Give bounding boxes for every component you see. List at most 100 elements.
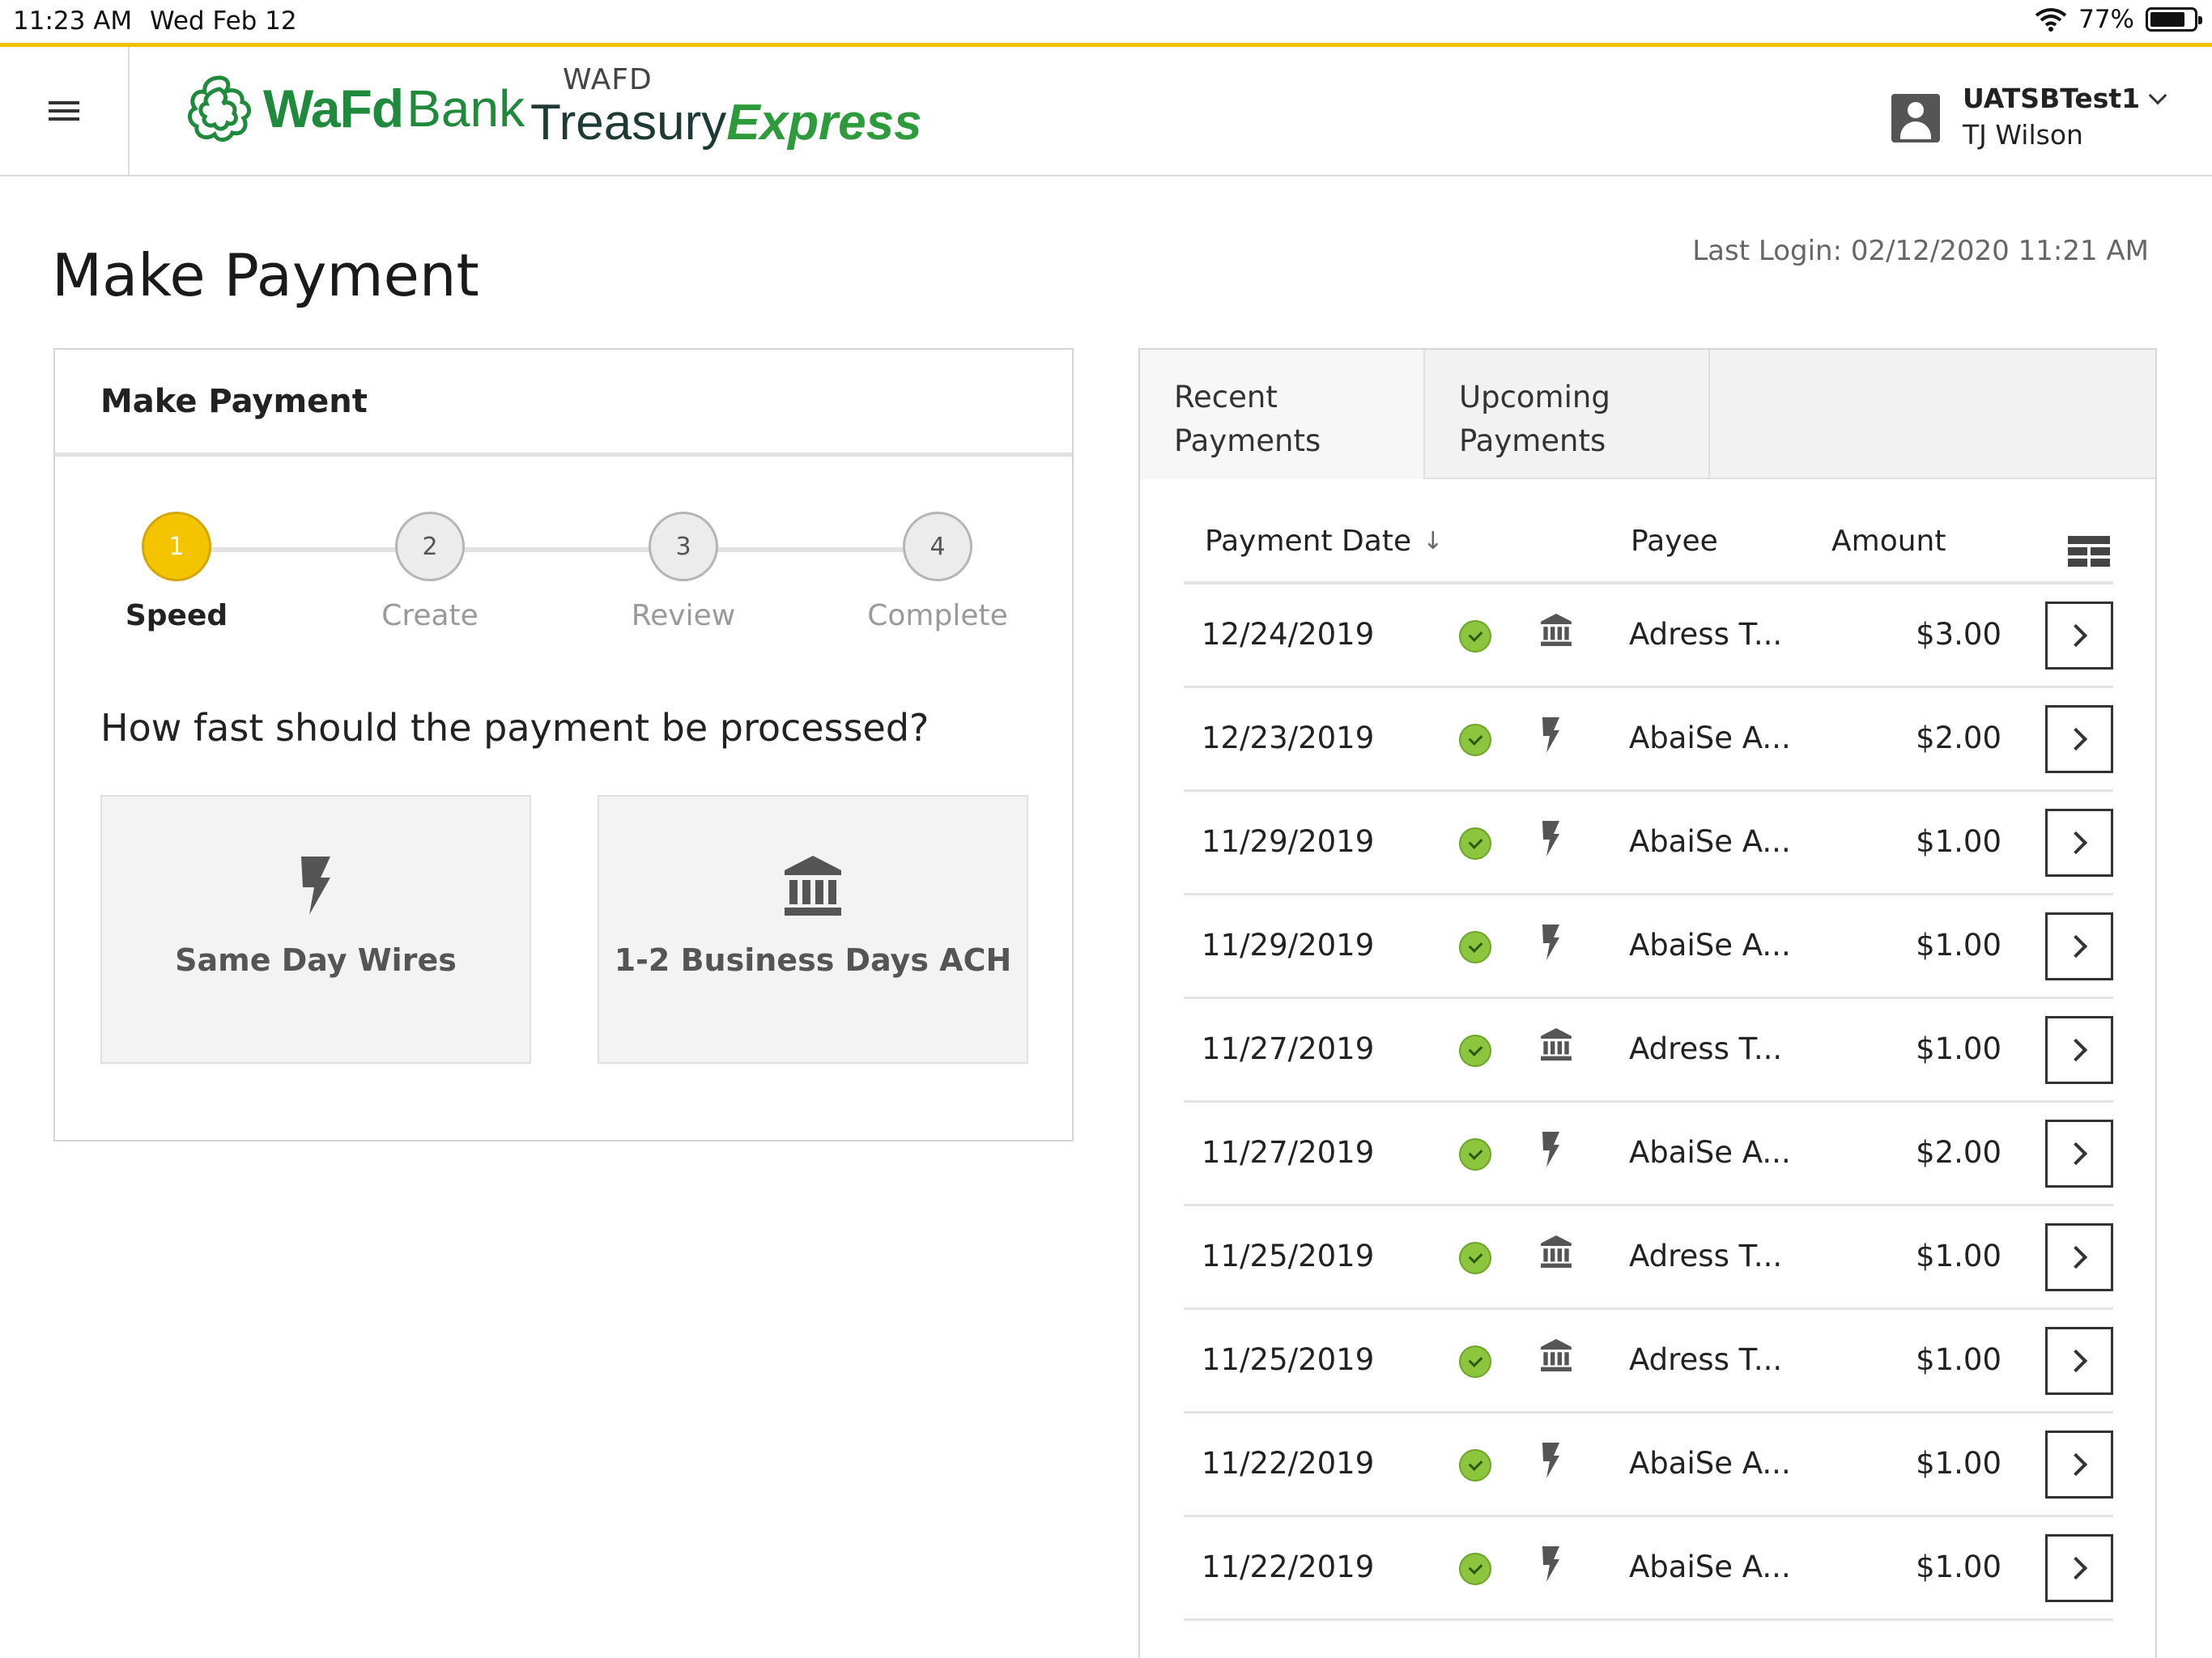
chevron-right-icon <box>2064 1452 2088 1477</box>
step-review[interactable]: 3 Review <box>602 512 764 632</box>
status-complete-icon <box>1459 724 1491 756</box>
payment-date: 11/29/2019 <box>1202 928 1375 963</box>
speed-options: Same Day Wires 1-2 Business Days ACH <box>100 795 1028 1064</box>
payment-row: 11/29/2019 AbaiSe A... $1.00 <box>1184 792 2113 895</box>
sort-down-arrow-icon: ↓ <box>1423 527 1444 555</box>
view-payment-button[interactable] <box>2045 1534 2113 1602</box>
payment-stepper: 1 Speed 2 Create 3 Review 4 Complete <box>55 512 1075 633</box>
payee-name: AbaiSe A... <box>1629 928 1791 963</box>
bank-icon <box>785 856 841 916</box>
tab-upcoming-payments[interactable]: Upcoming Payments <box>1425 350 1710 479</box>
view-payment-button[interactable] <box>2045 602 2113 670</box>
column-header-amount: Amount <box>1831 525 1946 558</box>
tab-label-line1: Upcoming <box>1459 380 1610 414</box>
ach-button[interactable]: 1-2 Business Days ACH <box>598 795 1028 1064</box>
hamburger-icon <box>49 96 79 125</box>
lightning-icon <box>1540 821 1561 864</box>
payment-row: 11/27/2019 AbaiSe A... $2.00 <box>1184 1103 2113 1206</box>
view-payment-button[interactable] <box>2045 1223 2113 1291</box>
payment-row: 12/23/2019 AbaiSe A... $2.00 <box>1184 688 2113 792</box>
wafd-bank-logo: WaFd Bank <box>182 71 525 146</box>
status-complete-icon <box>1459 1242 1491 1274</box>
table-layout-icon[interactable] <box>2068 536 2110 567</box>
payee-name: AbaiSe A... <box>1629 824 1791 859</box>
view-payment-button[interactable] <box>2045 809 2113 877</box>
card-header: Make Payment <box>55 350 1072 457</box>
view-payment-button[interactable] <box>2045 705 2113 773</box>
hamburger-menu-button[interactable] <box>0 47 130 175</box>
step-speed[interactable]: 1 Speed <box>96 512 257 632</box>
avatar-icon <box>1891 94 1940 142</box>
step-label: Speed <box>125 599 228 632</box>
payment-date: 12/23/2019 <box>1202 721 1375 755</box>
payment-amount: $1.00 <box>1916 1550 2001 1584</box>
payment-date: 11/22/2019 <box>1202 1446 1375 1481</box>
payment-amount: $1.00 <box>1916 1239 2001 1273</box>
view-payment-button[interactable] <box>2045 1431 2113 1499</box>
status-bar: 11:23 AM Wed Feb 12 77% <box>0 0 2212 43</box>
chevron-right-icon <box>2064 623 2088 648</box>
payment-amount: $1.00 <box>1916 824 2001 859</box>
view-payment-button[interactable] <box>2045 912 2113 980</box>
view-payment-button[interactable] <box>2045 1016 2113 1084</box>
chevron-right-icon <box>2064 1556 2088 1580</box>
step-number: 4 <box>903 512 972 581</box>
payment-amount: $1.00 <box>1916 1342 2001 1377</box>
payment-row: 11/22/2019 AbaiSe A... $1.00 <box>1184 1414 2113 1517</box>
user-menu[interactable]: UATSBTest1 TJ Wilson <box>1891 83 2167 151</box>
status-complete-icon <box>1459 1346 1491 1378</box>
payment-amount: $1.00 <box>1916 1446 2001 1481</box>
step-label: Review <box>631 599 736 632</box>
view-payment-button[interactable] <box>2045 1120 2113 1188</box>
payment-date: 11/27/2019 <box>1202 1031 1375 1066</box>
payee-name: AbaiSe A... <box>1629 1550 1791 1584</box>
payee-name: Adress T... <box>1629 1239 1783 1273</box>
status-right: 77% <box>2035 5 2202 34</box>
lightning-icon <box>1540 717 1561 760</box>
logo-wafd-text: WaFd <box>263 79 404 138</box>
chevron-right-icon <box>2064 831 2088 855</box>
payment-row: 12/24/2019 Adress T... $3.00 <box>1184 585 2113 688</box>
wifi-icon <box>2035 8 2067 32</box>
step-create[interactable]: 2 Create <box>349 512 511 632</box>
payment-amount: $3.00 <box>1916 617 2001 652</box>
chevron-right-icon <box>2064 1349 2088 1373</box>
chevron-right-icon <box>2064 934 2088 959</box>
status-complete-icon <box>1459 931 1491 963</box>
status-time: 11:23 AM <box>13 6 133 36</box>
step-number: 1 <box>142 512 211 581</box>
status-complete-icon <box>1459 1138 1491 1171</box>
payments-table: Payment Date ↓ Payee Amount 12/24/2019 A… <box>1184 504 2113 1621</box>
same-day-wires-button[interactable]: Same Day Wires <box>100 795 531 1064</box>
lightning-icon <box>1540 1546 1561 1589</box>
step-number: 2 <box>395 512 465 581</box>
bank-icon <box>1540 614 1572 653</box>
payments-tabs: Recent Payments Upcoming Payments <box>1140 350 2155 479</box>
payment-amount: $1.00 <box>1916 928 2001 963</box>
payee-name: Adress T... <box>1629 1342 1783 1377</box>
column-header-payment-date[interactable]: Payment Date ↓ <box>1205 525 1443 558</box>
payment-amount: $2.00 <box>1916 721 2001 755</box>
treasury-logo-small-text: WAFD <box>563 63 653 96</box>
lightning-icon <box>1540 925 1561 967</box>
card-title: Make Payment <box>100 382 368 420</box>
table-header: Payment Date ↓ Payee Amount <box>1184 504 2113 585</box>
payment-row: 11/27/2019 Adress T... $1.00 <box>1184 999 2113 1103</box>
tab-recent-payments[interactable]: Recent Payments <box>1140 350 1425 479</box>
user-name: TJ Wilson <box>1963 119 2083 151</box>
chevron-right-icon <box>2064 1141 2088 1166</box>
payment-date: 11/27/2019 <box>1202 1135 1375 1170</box>
column-label: Payee <box>1631 525 1718 558</box>
tab-label-line1: Recent <box>1174 380 1278 414</box>
stepper-track <box>185 547 938 552</box>
payment-date: 12/24/2019 <box>1202 617 1375 652</box>
payment-date: 11/25/2019 <box>1202 1342 1375 1377</box>
payment-row: 11/25/2019 Adress T... $1.00 <box>1184 1310 2113 1414</box>
table-body: 12/24/2019 Adress T... $3.00 12/23/2019 … <box>1184 585 2113 1621</box>
chevron-down-icon[interactable] <box>2148 86 2167 104</box>
payee-name: AbaiSe A... <box>1629 721 1791 755</box>
status-complete-icon <box>1459 1035 1491 1067</box>
step-complete[interactable]: 4 Complete <box>857 512 1019 632</box>
view-payment-button[interactable] <box>2045 1327 2113 1395</box>
column-header-payee: Payee <box>1631 525 1718 558</box>
